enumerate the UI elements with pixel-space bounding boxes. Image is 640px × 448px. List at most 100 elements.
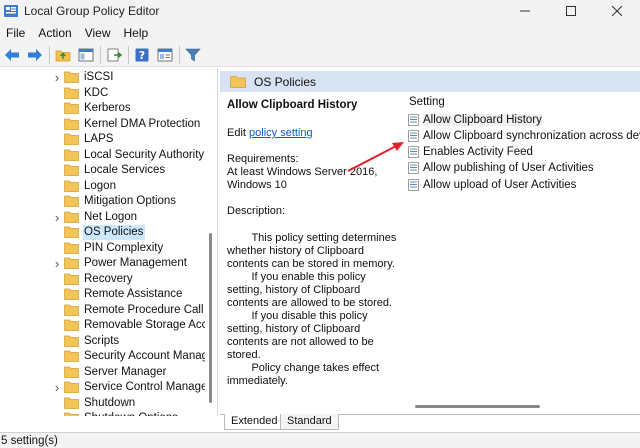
tree-item[interactable]: Locale Services xyxy=(0,163,210,178)
toolbar-separator xyxy=(100,45,101,64)
export-list-icon xyxy=(107,48,122,61)
tree-item[interactable]: Removable Storage Access xyxy=(0,318,210,333)
minimize-button[interactable] xyxy=(502,0,548,22)
view-tabs: Extended Standard xyxy=(220,414,640,432)
folder-icon xyxy=(64,381,79,393)
details-pane: OS Policies Allow Clipboard History Edit… xyxy=(220,68,640,416)
svg-text:?: ? xyxy=(139,49,145,62)
tree-item[interactable]: OS Policies xyxy=(0,225,210,240)
tree-item-label: Power Management xyxy=(84,257,187,269)
tree-item[interactable]: › iSCSI xyxy=(0,70,210,85)
menu-file[interactable]: File xyxy=(0,26,32,40)
tree-item[interactable]: Shutdown Options xyxy=(0,411,210,416)
help-icon: ? xyxy=(135,48,149,62)
tree-item[interactable]: Remote Procedure Call xyxy=(0,303,210,318)
tree-item-label: Locale Services xyxy=(84,164,166,176)
folder-icon xyxy=(64,288,79,300)
properties-button[interactable] xyxy=(155,45,175,65)
menu-bar: File Action View Help xyxy=(0,22,640,43)
setting-row[interactable]: Allow Clipboard synchronization across d… xyxy=(408,128,640,143)
folder-up-icon xyxy=(55,50,71,61)
close-button[interactable] xyxy=(594,0,640,22)
folder-icon xyxy=(64,397,79,409)
tree-item[interactable]: Local Security Authority xyxy=(0,148,210,163)
tree-item[interactable]: Remote Assistance xyxy=(0,287,210,302)
folder-icon xyxy=(64,366,79,378)
chevron-right-icon[interactable]: › xyxy=(52,380,62,395)
tree-item-label: Remote Procedure Call xyxy=(84,303,204,316)
show-hide-tree-button[interactable] xyxy=(76,45,96,65)
setting-column-header[interactable]: Setting xyxy=(409,96,445,108)
tree-item[interactable]: PIN Complexity xyxy=(0,241,210,256)
description-text: This policy setting determines whether h… xyxy=(227,232,397,387)
menu-help[interactable]: Help xyxy=(118,26,156,40)
tree-item-label: Shutdown Options xyxy=(83,411,180,416)
export-list-button[interactable] xyxy=(104,45,124,65)
policy-setting-icon xyxy=(408,178,419,191)
tree-item[interactable]: Kernel DMA Protection xyxy=(0,117,210,132)
tree-item-label: Kerberos xyxy=(84,102,131,114)
tree-item-label: LAPS xyxy=(84,133,114,145)
details-header-title: OS Policies xyxy=(254,74,317,89)
settings-horizontal-scrollbar[interactable] xyxy=(405,403,640,409)
setting-row[interactable]: Allow Clipboard History xyxy=(408,112,542,127)
show-hide-tree-icon xyxy=(78,48,94,61)
tree-item[interactable]: Shutdown xyxy=(0,396,210,411)
folder-icon xyxy=(64,242,79,254)
tree-item-label: OS Policies xyxy=(83,225,146,240)
setting-label: Allow upload of User Activities xyxy=(423,178,577,191)
tab-extended[interactable]: Extended xyxy=(224,414,285,430)
tree-item[interactable]: Kerberos xyxy=(0,101,210,116)
title-bar: Local Group Policy Editor xyxy=(0,0,640,22)
forward-button[interactable] xyxy=(25,45,45,65)
tree-scrollbar-thumb[interactable] xyxy=(209,233,212,403)
status-text: 5 setting(s) xyxy=(1,434,58,447)
setting-label: Enables Activity Feed xyxy=(423,146,533,159)
setting-label: Allow publishing of User Activities xyxy=(423,162,594,175)
maximize-icon xyxy=(566,6,576,16)
policy-setting-icon xyxy=(408,162,419,175)
folder-icon xyxy=(64,412,79,416)
tree-item[interactable]: Server Manager xyxy=(0,365,210,380)
help-button[interactable]: ? xyxy=(132,45,152,65)
folder-icon xyxy=(64,118,79,130)
tree-item[interactable]: Scripts xyxy=(0,334,210,349)
folder-icon xyxy=(64,71,79,83)
folder-icon xyxy=(64,133,79,145)
up-one-level-button[interactable] xyxy=(53,45,73,65)
tree-pane: › iSCSI KDC Kerberos Kernel DMA Protection LA… xyxy=(0,68,218,416)
tab-standard[interactable]: Standard xyxy=(280,414,339,430)
setting-row[interactable]: Allow publishing of User Activities xyxy=(408,161,594,176)
folder-icon xyxy=(64,257,79,269)
tree-item-label: Mitigation Options xyxy=(84,195,177,207)
tree-item[interactable]: › Service Control Manager Settings xyxy=(0,380,210,395)
tree-scrollbar[interactable] xyxy=(206,68,214,416)
tree-item[interactable]: Recovery xyxy=(0,272,210,287)
back-button[interactable] xyxy=(2,45,22,65)
menu-view[interactable]: View xyxy=(79,26,118,40)
maximize-button[interactable] xyxy=(548,0,594,22)
toolbar-separator xyxy=(49,45,50,64)
back-icon xyxy=(5,48,19,61)
filter-button[interactable] xyxy=(183,45,203,65)
tree-item[interactable]: Logon xyxy=(0,179,210,194)
chevron-right-icon[interactable]: › xyxy=(52,70,62,85)
setting-label: Allow Clipboard History xyxy=(423,113,542,126)
folder-icon xyxy=(64,149,79,161)
tree-item[interactable]: Security Account Manager xyxy=(0,349,210,364)
setting-row[interactable]: Allow upload of User Activities xyxy=(408,177,576,192)
tree-item[interactable]: LAPS xyxy=(0,132,210,147)
tree-item[interactable]: › Power Management xyxy=(0,256,210,271)
chevron-right-icon[interactable]: › xyxy=(52,210,62,225)
edit-policy-setting-link[interactable]: policy setting xyxy=(249,127,313,139)
menu-action[interactable]: Action xyxy=(32,26,78,40)
settings-scrollbar-thumb[interactable] xyxy=(415,405,540,408)
tree-item[interactable]: KDC xyxy=(0,86,210,101)
tree-item-label: Removable Storage Access xyxy=(84,319,205,331)
folder-icon xyxy=(64,102,79,114)
chevron-right-icon[interactable]: › xyxy=(52,256,62,271)
group-policy-app-icon xyxy=(4,5,18,17)
tree-item[interactable]: Mitigation Options xyxy=(0,194,210,209)
tree-item[interactable]: › Net Logon xyxy=(0,210,210,225)
setting-row[interactable]: Enables Activity Feed xyxy=(408,145,533,160)
